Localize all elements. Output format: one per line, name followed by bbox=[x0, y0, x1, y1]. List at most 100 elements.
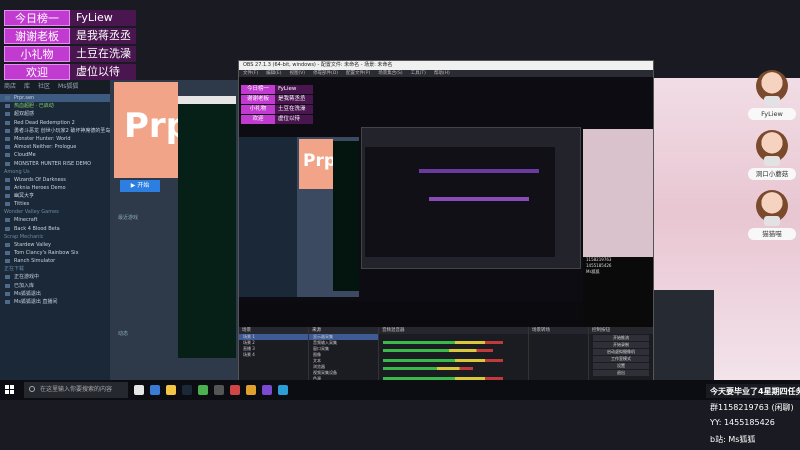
library-item[interactable]: CloudMe bbox=[0, 151, 110, 159]
library-section[interactable]: 正在下载 bbox=[0, 265, 110, 273]
nested-obs-preview bbox=[365, 147, 555, 257]
tab-profile[interactable]: Ms狐狐 bbox=[58, 80, 78, 94]
library-item[interactable]: 正在游戏中 bbox=[0, 273, 110, 281]
play-button[interactable]: ▶ 开始 bbox=[120, 180, 160, 192]
app-icon[interactable] bbox=[278, 385, 288, 395]
avatar-name: FyLiew bbox=[748, 108, 796, 120]
avatar bbox=[756, 70, 788, 106]
search-placeholder: 在这里输入你要搜索的内容 bbox=[40, 386, 113, 393]
menu-profile[interactable]: 配置文件(P) bbox=[346, 70, 370, 77]
scene-item[interactable]: 场景 4 bbox=[239, 352, 308, 358]
nested-strip bbox=[429, 197, 529, 201]
avatar-name: 猫猫喵 bbox=[748, 228, 796, 240]
obs-icon[interactable] bbox=[214, 385, 224, 395]
app-icon[interactable] bbox=[262, 385, 272, 395]
nested-taskbar bbox=[239, 301, 583, 327]
search-icon bbox=[29, 386, 35, 392]
controls-header: 控制按钮 bbox=[589, 327, 653, 334]
control-button[interactable]: 开始推流 bbox=[593, 335, 649, 341]
library-item[interactable]: Back 4 Blood Beta bbox=[0, 225, 110, 233]
board-key: 今日榜一 bbox=[4, 10, 70, 26]
avatar-card: 洞口小蘑菇 bbox=[748, 130, 796, 180]
library-item[interactable]: Tom Clancy's Rainbow Six bbox=[0, 249, 110, 257]
library-item[interactable]: Wizards Of Darkness bbox=[0, 176, 110, 184]
library-item[interactable]: Red Dead Redemption 2 bbox=[0, 119, 110, 127]
audio-meter bbox=[383, 341, 503, 344]
app-icon[interactable] bbox=[230, 385, 240, 395]
library-item[interactable]: 勇者斗恶龙 创世小玩家2 破坏神席德的圣岛 bbox=[0, 127, 110, 135]
board-key: 欢迎 bbox=[4, 64, 70, 80]
menu-help[interactable]: 帮助(H) bbox=[434, 70, 450, 77]
library-item[interactable]: 热血超胆 · 已启动 bbox=[0, 102, 110, 110]
nested-strip bbox=[419, 169, 539, 173]
board-value: FyLiew bbox=[70, 10, 136, 26]
nested-info-line: Ms狐狐 bbox=[586, 269, 600, 274]
board-row: 小礼物 土豆在洗澡 bbox=[4, 46, 136, 62]
board-key: 小礼物 bbox=[4, 46, 70, 62]
tab-library[interactable]: 库 bbox=[24, 80, 30, 94]
menu-edit[interactable]: 编辑(E) bbox=[266, 70, 281, 77]
library-item[interactable]: 幽冥大亨 bbox=[0, 192, 110, 200]
library-item[interactable]: Titties bbox=[0, 200, 110, 208]
menu-tools[interactable]: 工具(T) bbox=[411, 70, 426, 77]
library-item[interactable]: Almost Neither: Prologue bbox=[0, 143, 110, 151]
library-item[interactable]: Ranch Simulator bbox=[0, 257, 110, 265]
control-button[interactable]: 退出 bbox=[593, 370, 649, 376]
wechat-icon[interactable] bbox=[198, 385, 208, 395]
nested-board-value: 土豆在洗澡 bbox=[275, 105, 313, 114]
avatar-name: 洞口小蘑菇 bbox=[748, 168, 796, 180]
game-list: Prpr.sen 热血超胆 · 已启动 超双超感 Red Dead Redemptio… bbox=[0, 94, 110, 306]
controls-dock: 控制按钮 开始推流 开始录制 启动虚拟摄像机 工作室模式 设置 退出 bbox=[589, 327, 653, 384]
tab-store[interactable]: 商店 bbox=[4, 80, 16, 94]
avatar-card: FyLiew bbox=[748, 70, 796, 120]
library-item[interactable]: 已加入库 bbox=[0, 282, 110, 290]
menu-scene-collection[interactable]: 场景集合(S) bbox=[378, 70, 402, 77]
folder-icon[interactable] bbox=[166, 385, 176, 395]
recent-label: 最近游戏 bbox=[118, 215, 139, 221]
menu-docks[interactable]: 停靠部件(D) bbox=[313, 70, 338, 77]
control-button[interactable]: 启动虚拟摄像机 bbox=[593, 349, 649, 355]
library-item[interactable]: MONSTER HUNTER RISE DEMO bbox=[0, 160, 110, 168]
activity-label: 动态 bbox=[118, 331, 129, 337]
library-item[interactable]: Arknia Heroes Demo bbox=[0, 184, 110, 192]
nested-board-value: 虚位以待 bbox=[275, 115, 313, 124]
app-icon[interactable] bbox=[246, 385, 256, 395]
library-item[interactable]: Ms狐狐退出 直播间 bbox=[0, 298, 110, 306]
game-banner: Prp bbox=[114, 82, 190, 178]
game-window bbox=[178, 96, 236, 358]
taskbar-search-input[interactable]: 在这里输入你要搜索的内容 bbox=[24, 382, 128, 398]
menu-view[interactable]: 视图(V) bbox=[289, 70, 305, 77]
library-item[interactable]: Minecraft bbox=[0, 216, 110, 224]
library-item[interactable]: 超双超感 bbox=[0, 110, 110, 118]
control-button[interactable]: 设置 bbox=[593, 363, 649, 369]
steam-icon[interactable] bbox=[182, 385, 192, 395]
windows-start-icon[interactable] bbox=[5, 385, 15, 395]
library-item[interactable]: Stardew Valley bbox=[0, 241, 110, 249]
board-value: 虚位以待 bbox=[70, 64, 136, 80]
sources-list: 显示器采集 音频输入采集 窗口采集 图像 文本 浏览器 视频采集设备 色源 bbox=[309, 334, 378, 382]
library-section[interactable]: Scrap Mechanic bbox=[0, 233, 110, 241]
audio-meter bbox=[383, 349, 493, 352]
library-section[interactable]: Wonder Valley Games bbox=[0, 208, 110, 216]
edge-icon[interactable] bbox=[150, 385, 160, 395]
library-item[interactable]: Prpr.sen bbox=[0, 94, 110, 103]
control-button[interactable]: 工作室模式 bbox=[593, 356, 649, 362]
game-window-titlebar[interactable] bbox=[178, 96, 236, 104]
library-item[interactable]: Monster Hunter: World bbox=[0, 135, 110, 143]
dark-corner bbox=[654, 290, 714, 380]
library-section[interactable]: Among Us bbox=[0, 168, 110, 176]
scenes-dock: 场景 场景 1 场景 2 直播 3 场景 4 bbox=[239, 327, 309, 384]
obs-titlebar[interactable]: OBS 27.1.3 (64-bit, windows) - 配置文件: 未命名… bbox=[239, 61, 653, 70]
obs-menubar: 文件(F) 编辑(E) 视图(V) 停靠部件(D) 配置文件(P) 场景集合(S… bbox=[239, 70, 653, 77]
control-button[interactable]: 开始录制 bbox=[593, 342, 649, 348]
library-item[interactable]: Ms狐狐退出 bbox=[0, 290, 110, 298]
nested-banner: Prp bbox=[299, 139, 336, 189]
task-view-icon[interactable] bbox=[134, 385, 144, 395]
sources-header: 来源 bbox=[309, 327, 378, 334]
info-yy: YY: 1455185426 bbox=[710, 418, 775, 427]
tab-community[interactable]: 社区 bbox=[38, 80, 50, 94]
info-group: 群1158219763 (闲聊) bbox=[710, 403, 794, 412]
menu-file[interactable]: 文件(F) bbox=[243, 70, 258, 77]
obs-preview[interactable]: 今日榜一 FyLiew 谢谢老板 是我蒋丞丞 小礼物 土豆在洗澡 欢迎 虚位以待 Prp… bbox=[239, 77, 653, 327]
avatar-card: 猫猫喵 bbox=[748, 190, 796, 240]
